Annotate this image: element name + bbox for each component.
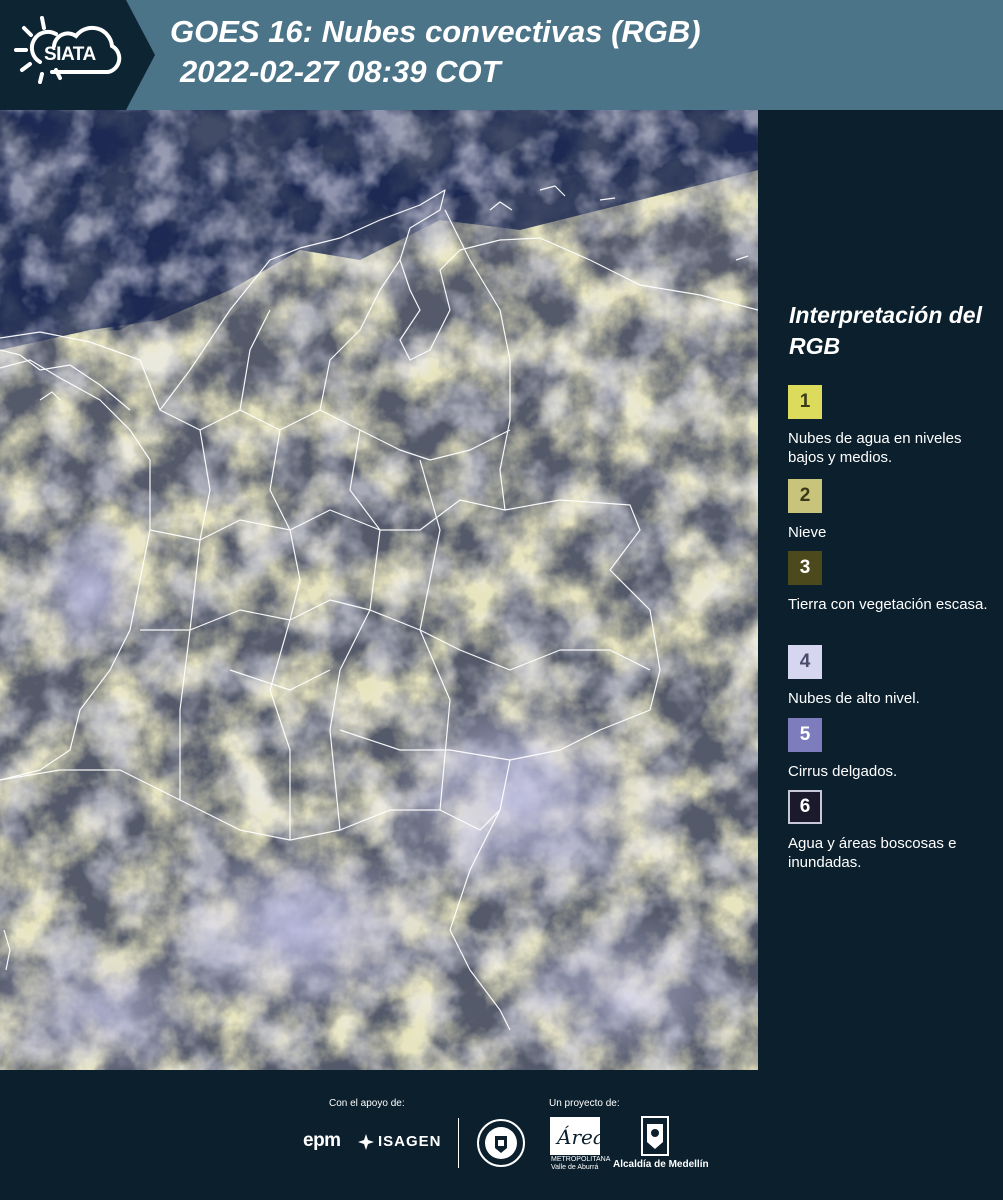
legend-item: 6 Agua y áreas boscosas e inundadas. <box>788 790 998 872</box>
isagen-logo: ISAGEN <box>358 1133 442 1150</box>
isagen-text: ISAGEN <box>378 1133 442 1150</box>
satellite-image-svg <box>0 110 758 1070</box>
area-metropolitana-subtitle: METROPOLITANA Valle de Aburrá <box>551 1156 610 1172</box>
legend-swatch: 6 <box>788 790 822 824</box>
legend-swatch: 5 <box>788 718 822 752</box>
legend-number: 2 <box>799 485 811 506</box>
legend-title: Interpretación del RGB <box>789 302 982 359</box>
page-title: GOES 16: Nubes convectivas (RGB) <box>170 14 701 49</box>
project-caption: Un proyecto de: <box>549 1098 620 1109</box>
footer-divider <box>458 1118 459 1168</box>
isagen-star-icon <box>358 1133 374 1150</box>
timestamp-title: 2022-02-27 08:39 COT <box>180 54 501 89</box>
legend-number: 1 <box>799 391 811 412</box>
legend-item: 5 Cirrus delgados. <box>788 718 998 781</box>
legend-swatch: 4 <box>788 645 822 679</box>
siata-logo-text: SIATA <box>44 44 96 65</box>
legend-swatch: 1 <box>788 385 822 419</box>
area-metropolitana-logo: Área <box>550 1117 601 1155</box>
header-bar: SIATA GOES 16: Nubes convectivas (RGB) 2… <box>0 0 1003 110</box>
area-sub-line-2: Valle de Aburrá <box>551 1164 599 1171</box>
legend-label: Tierra con vegetación escasa. <box>788 596 988 613</box>
legend-swatch: 3 <box>788 551 822 585</box>
alcaldia-shield-icon <box>641 1116 669 1156</box>
legend-item: 1 Nubes de agua en niveles bajos y medio… <box>788 385 998 467</box>
legend-item: 2 Nieve <box>788 479 998 542</box>
legend-swatch: 2 <box>788 479 822 513</box>
rgb-legend-panel: Interpretación del RGB 1 Nubes de agua e… <box>760 110 1003 1070</box>
legend-label: Nubes de alto nivel. <box>788 690 920 707</box>
legend-label: Cirrus delgados. <box>788 763 898 780</box>
legend-number: 4 <box>799 651 811 672</box>
medellin-seal-icon <box>477 1119 525 1167</box>
legend-label: Nieve <box>788 524 827 541</box>
legend-label: Nubes de agua en niveles bajos y medios. <box>788 430 962 466</box>
footer: Con el apoyo de: Un proyecto de: epm ISA… <box>0 1070 1003 1200</box>
legend-label: Agua y áreas boscosas e inundadas. <box>788 835 957 871</box>
support-caption: Con el apoyo de: <box>329 1098 405 1109</box>
area-logo-text: Área <box>555 1125 601 1149</box>
legend-item: 4 Nubes de alto nivel. <box>788 645 998 708</box>
area-sub-line-1: METROPOLITANA <box>551 1156 611 1163</box>
alcaldia-medellin-text: Alcaldía de Medellín <box>613 1159 709 1170</box>
legend-number: 3 <box>799 557 811 578</box>
epm-logo: epm <box>303 1130 341 1151</box>
legend-item: 3 Tierra con vegetación escasa. <box>788 551 998 614</box>
satellite-map[interactable] <box>0 110 758 1070</box>
legend-number: 6 <box>799 796 811 817</box>
siata-logo-block: SIATA <box>0 0 155 110</box>
legend-number: 5 <box>799 724 811 745</box>
